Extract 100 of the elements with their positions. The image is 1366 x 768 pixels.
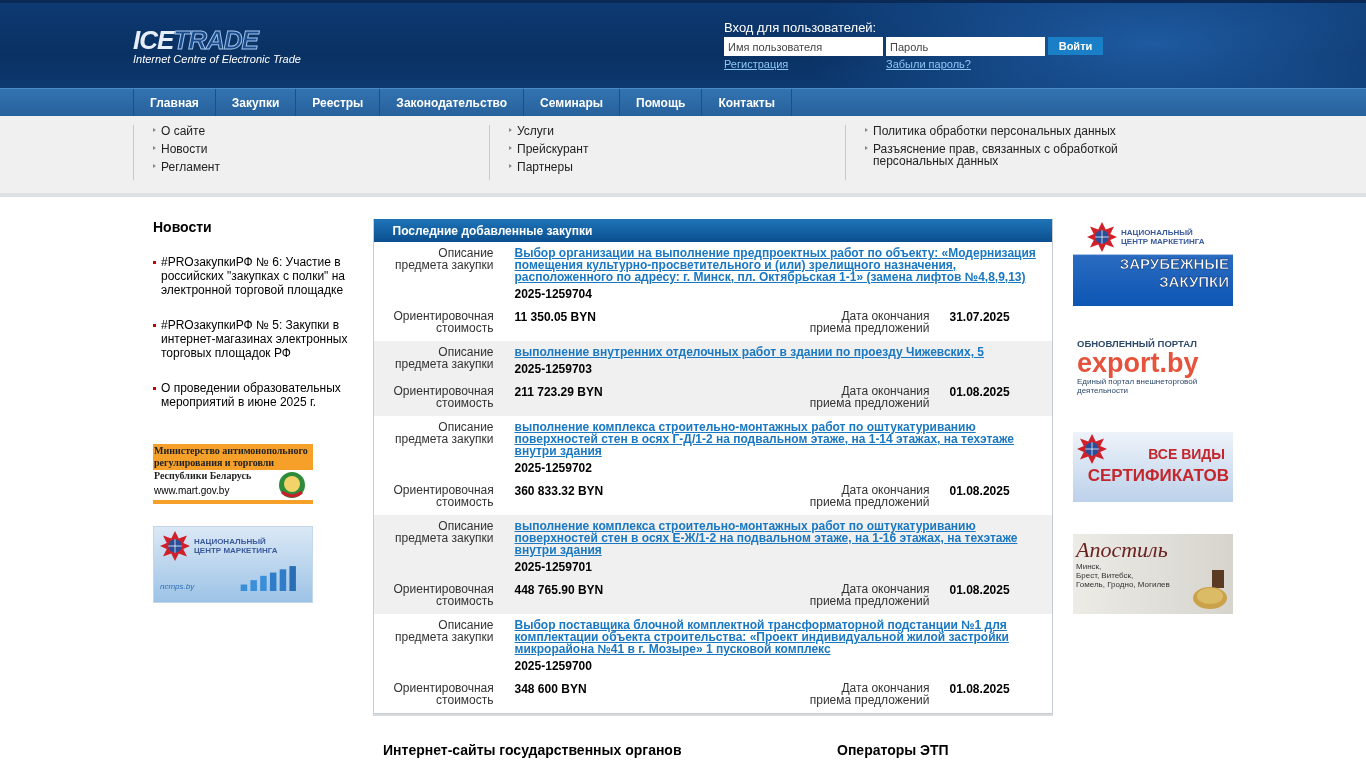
apostille-banner[interactable]: Апостиль Минск, Брест, Витебск, Гомель, Гродно, Могилев: [1073, 534, 1233, 614]
banner-text: Брест, Витебск,: [1076, 571, 1135, 580]
bullet-icon: [509, 164, 512, 168]
tender-number: 2025-1259703: [514, 362, 593, 376]
banner-text: ЗАКУПКИ: [1159, 273, 1229, 291]
banner-text: Апостиль: [1076, 538, 1169, 562]
banner-text: Минск,: [1076, 562, 1102, 571]
cost-value: 211 723.29 BYN: [514, 385, 604, 399]
submenu-link[interactable]: Прейскурант: [517, 143, 589, 155]
banner-text: ЗАРУБЕЖНЫЕ: [1119, 255, 1229, 273]
marketing-banner[interactable]: НАЦИОНАЛЬНЫЙ ЦЕНТР МАРКЕТИНГА ncmps.by: [153, 526, 313, 603]
login-button[interactable]: Войти: [1048, 37, 1103, 55]
field-label: Дата окончания приема предложений: [808, 484, 930, 508]
bullet-icon: [153, 146, 156, 150]
banner-text: ВСЕ ВИДЫ: [1148, 446, 1225, 462]
bullet-icon: [509, 128, 512, 132]
bullet-icon: [153, 164, 156, 168]
field-label: Описание предмета закупки: [394, 421, 494, 445]
tender-number: 2025-1259702: [514, 461, 593, 475]
emblem-icon: [160, 531, 190, 561]
submenu-link[interactable]: Партнеры: [517, 161, 573, 173]
login-title: Вход для пользователей:: [724, 20, 878, 35]
field-label: Дата окончания приема предложений: [808, 682, 930, 706]
bullet-icon: [865, 128, 868, 132]
field-label: Ориентировочная стоимость: [393, 484, 494, 508]
tender-number: 2025-1259704: [514, 287, 593, 301]
submenu-link[interactable]: Новости: [161, 143, 208, 155]
news-link[interactable]: #PROзакупкиРФ № 5: Закупки в интернет-магазинах электронных торговых площадок РФ: [161, 318, 356, 360]
news-link[interactable]: #PROзакупкиРФ № 6: Участие в российских "закупках с полки" на электронной торговой площадке: [161, 255, 356, 297]
banner-text: Гомель, Гродно, Могилев: [1076, 580, 1170, 589]
banner-text: www.mart.gov.by: [154, 485, 231, 496]
banner-text: НАЦИОНАЛЬНЫЙ: [1121, 228, 1194, 237]
cost-value: 360 833.32 BYN: [514, 484, 605, 498]
username-field[interactable]: Имя пользователя: [724, 37, 883, 56]
field-label: Дата окончания приема предложений: [808, 583, 930, 607]
logo-tagline: Internet Centre of Electronic Trade: [133, 53, 301, 65]
tender-number: 2025-1259700: [514, 659, 593, 673]
banner-text: регулирования и торговли: [154, 457, 276, 469]
submenu-link[interactable]: Политика обработки персональных данных: [873, 125, 1116, 137]
certificates-banner[interactable]: ВСЕ ВИДЫ СЕРТИФИКАТОВ: [1073, 432, 1233, 502]
coat-of-arms-icon: [277, 470, 307, 500]
section-heading: Интернет-сайты государственных органов: [383, 742, 683, 758]
tender-link[interactable]: выполнение внутренних отделочных работ в здании по проезду Чижевских, 5: [514, 346, 1045, 358]
banner-text: ЦЕНТР МАРКЕТИНГА: [1121, 237, 1205, 246]
banner-text: ncmps.by: [160, 582, 195, 591]
deadline-value: 01.08.2025: [949, 484, 1011, 498]
password-field[interactable]: Пароль: [886, 37, 1045, 56]
seal-stamp-icon: [1190, 570, 1230, 610]
banner-text: export.by: [1077, 349, 1200, 377]
deadline-value: 31.07.2025: [949, 310, 1011, 324]
field-label: Дата окончания приема предложений: [808, 310, 930, 334]
section-heading: Операторы ЭТП: [837, 742, 949, 758]
emblem-icon: [1077, 434, 1107, 464]
deadline-value: 01.08.2025: [949, 385, 1011, 399]
tender-number: 2025-1259701: [514, 560, 593, 574]
field-label: Ориентировочная стоимость: [393, 310, 494, 334]
submenu-link[interactable]: О сайте: [161, 125, 206, 137]
banner-text: ЦЕНТР МАРКЕТИНГА: [194, 546, 278, 555]
deadline-value: 01.08.2025: [949, 583, 1011, 597]
cost-value: 448 765.90 BYN: [514, 583, 605, 597]
field-label: Ориентировочная стоимость: [393, 583, 494, 607]
field-label: Описание предмета закупки: [394, 346, 494, 370]
register-link[interactable]: Регистрация: [724, 58, 886, 70]
banner-text: Республики Беларусь: [154, 470, 252, 482]
cost-value: 348 600 BYN: [514, 682, 588, 696]
submenu-link[interactable]: Разъяснение прав, связанных с обработкой персональных данных: [873, 143, 1201, 167]
bullet-icon: [153, 387, 156, 390]
panel-title: Последние добавленные закупки: [392, 223, 593, 238]
submenu-link[interactable]: Услуги: [517, 125, 554, 137]
export-portal-banner[interactable]: ОБНОВЛЕННЫЙ ПОРТАЛ export.by Единый портал внешнеторговой деятельности: [1073, 338, 1233, 400]
field-label: Описание предмета закупки: [394, 247, 494, 271]
cost-value: 11 350.05 BYN: [514, 310, 597, 324]
tender-link[interactable]: выполнение комплекса строительно-монтажных работ по оштукатуриванию поверхностей стен в осях Е-Ж/1-2 на подвальном этаже, на 1-16 этажах, на техэтаже внутри здания: [514, 520, 1045, 556]
ministry-banner[interactable]: Министерство антимонопольного регулирования и торговли Республики Беларусь www.mart.gov.by: [153, 444, 313, 506]
forgot-password-link[interactable]: Забыли пароль?: [886, 58, 1048, 70]
banner-text: Единый портал внешнеторговой деятельности: [1077, 377, 1198, 395]
bullet-icon: [153, 324, 156, 327]
banner-text: СЕРТИФИКАТОВ: [1087, 466, 1229, 486]
tender-link[interactable]: выполнение комплекса строительно-монтажных работ по оштукатуриванию поверхностей стен в осях Г-Д/1-2 на подвальном этаже, на 1-14 этажах, на техэтаже внутри здания: [514, 421, 1045, 457]
bullet-icon: [153, 128, 156, 132]
field-label: Описание предмета закупки: [394, 619, 494, 643]
tender-link[interactable]: Выбор организации на выполнение предпроектных работ по объекту: «Модернизация помещения культурно-просветительного и (или) зрелищного назначения, расположенного по адресу: г. Минск, пл. Октябрьская 1-1» (замена лифтов №4,8,9,13): [514, 247, 1045, 283]
logo-text[interactable]: ICE: [133, 25, 174, 55]
bullet-icon: [153, 261, 156, 264]
bullet-icon: [865, 146, 868, 150]
tender-link[interactable]: Выбор поставщика блочной комплектной трансформаторной подстанции №1 для комплектации объекта строительства: «Проект индивидуальной жилой застройки микрорайона №41 в г. Мозыре» 1 пусковой комплекс: [514, 619, 1045, 655]
field-label: Ориентировочная стоимость: [393, 682, 494, 706]
field-label: Описание предмета закупки: [394, 520, 494, 544]
banner-text: Министерство антимонопольного: [154, 445, 309, 457]
banner-text: ОБНОВЛЕННЫЙ ПОРТАЛ: [1077, 338, 1198, 349]
field-label: Ориентировочная стоимость: [393, 385, 494, 409]
banner-text: НАЦИОНАЛЬНЫЙ: [194, 537, 267, 546]
field-label: Дата окончания приема предложений: [808, 385, 930, 409]
news-link[interactable]: О проведении образовательных мероприятий в июне 2025 г.: [161, 381, 356, 409]
bullet-icon: [509, 146, 512, 150]
submenu-link[interactable]: Регламент: [161, 161, 220, 173]
foreign-procurement-banner[interactable]: НАЦИОНАЛЬНЫЙ ЦЕНТР МАРКЕТИНГА ЗАРУБЕЖНЫЕ ЗАКУПКИ: [1073, 219, 1233, 306]
emblem-icon: [1087, 222, 1117, 252]
news-heading: Новости: [153, 219, 213, 235]
deadline-value: 01.08.2025: [949, 682, 1011, 696]
